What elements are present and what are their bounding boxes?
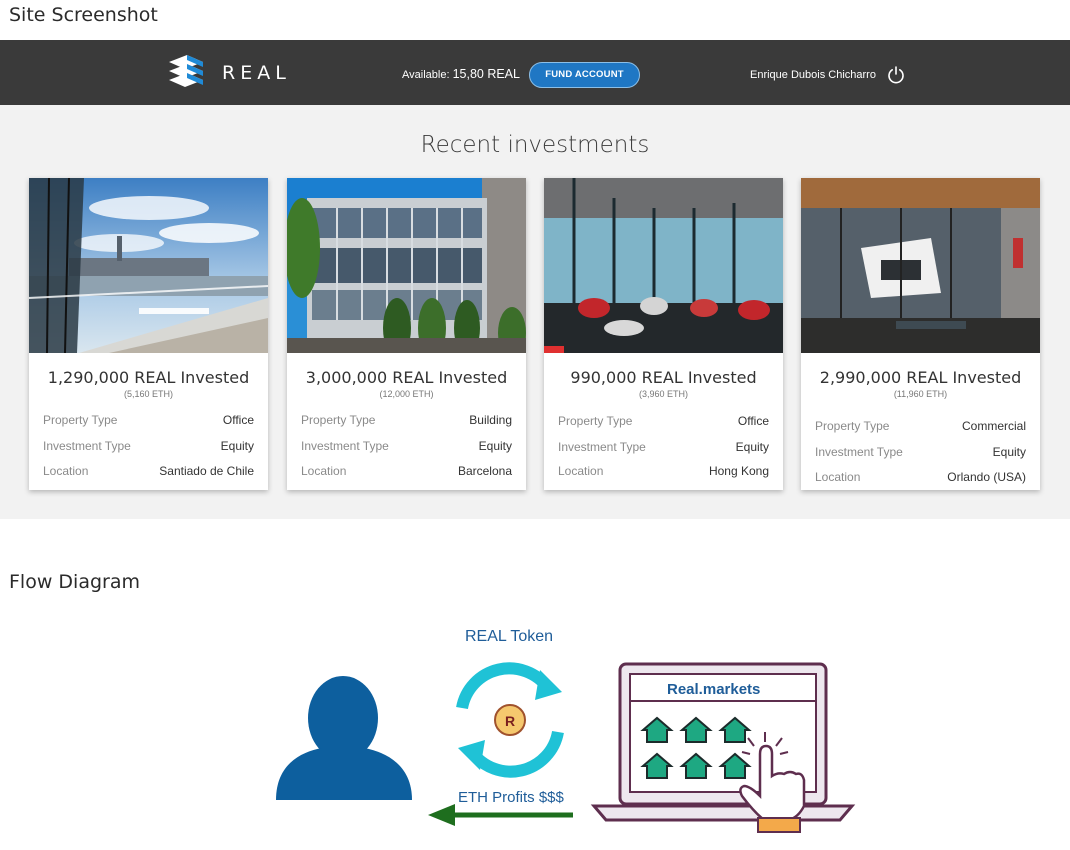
location-row: Location Hong Kong <box>558 464 769 480</box>
investment-type-row: Investment Type Equity <box>43 439 254 455</box>
investment-card[interactable]: 2,990,000 REAL Invested (11,960 ETH) Pro… <box>801 178 1040 490</box>
flow-diagram-heading: Flow Diagram <box>9 571 140 593</box>
location-row: Location Santiado de Chile <box>43 464 254 480</box>
top-nav-bar: REAL Available: 15,80 REAL FUND ACCOUNT … <box>0 40 1070 105</box>
page-title: Recent investments <box>420 132 650 158</box>
token-symbol: R <box>505 713 515 729</box>
property-type-row: Property Type Office <box>43 413 254 429</box>
profits-label: ETH Profits $$$ <box>458 789 564 806</box>
investment-type-row: Investment Type Equity <box>815 445 1026 461</box>
invested-amount: 3,000,000 REAL Invested <box>305 368 508 387</box>
investment-type-label: Investment Type <box>43 439 131 453</box>
property-type-value: Commercial <box>961 419 1026 433</box>
investment-type-value: Equity <box>478 439 512 453</box>
location-label: Location <box>815 470 861 484</box>
invested-amount: 2,990,000 REAL Invested <box>819 368 1022 387</box>
invested-amount: 990,000 REAL Invested <box>570 368 757 387</box>
arrow-left-icon <box>428 804 573 826</box>
property-photo <box>287 178 526 353</box>
invested-amount: 1,290,000 REAL Invested <box>47 368 250 387</box>
location-label: Location <box>43 464 89 478</box>
eth-amount: (5,160 ETH) <box>123 389 174 399</box>
location-row: Location Orlando (USA) <box>815 470 1026 486</box>
property-type-label: Property Type <box>43 413 118 427</box>
power-icon[interactable] <box>886 65 906 85</box>
property-type-label: Property Type <box>815 419 890 433</box>
investment-card[interactable]: 990,000 REAL Invested (3,960 ETH) Proper… <box>544 178 783 490</box>
eth-amount: (11,960 ETH) <box>893 389 948 399</box>
investment-type-value: Equity <box>220 439 254 453</box>
investment-type-label: Investment Type <box>301 439 389 453</box>
investment-type-value: Equity <box>735 440 769 454</box>
eth-amount: (3,960 ETH) <box>638 389 689 399</box>
investment-card[interactable]: 3,000,000 REAL Invested (12,000 ETH) Pro… <box>287 178 526 490</box>
investment-type-row: Investment Type Equity <box>301 439 512 455</box>
property-type-row: Property Type Office <box>558 414 769 430</box>
investment-card[interactable]: 1,290,000 REAL Invested (5,160 ETH) Prop… <box>29 178 268 490</box>
available-balance: Available: 15,80 REAL <box>402 67 520 81</box>
location-label: Location <box>301 464 347 478</box>
available-label: Available: <box>402 69 450 81</box>
person-icon <box>276 676 412 800</box>
logo-text[interactable]: REAL <box>222 62 291 84</box>
property-type-row: Property Type Commercial <box>815 419 1026 435</box>
location-label: Location <box>558 464 604 478</box>
property-type-value: Building <box>469 413 512 427</box>
recent-investments-section: Recent investments 1,290,000 REAL Invest… <box>0 105 1070 519</box>
location-value: Santiado de Chile <box>159 464 254 478</box>
location-row: Location Barcelona <box>301 464 512 480</box>
investment-type-label: Investment Type <box>558 440 646 454</box>
investment-type-row: Investment Type Equity <box>558 440 769 456</box>
location-value: Barcelona <box>457 464 512 478</box>
available-value: 15,80 REAL <box>452 67 520 81</box>
location-value: Hong Kong <box>708 464 769 478</box>
token-label: REAL Token <box>465 628 554 645</box>
user-name[interactable]: Enrique Dubois Chicharro <box>750 69 876 81</box>
site-screenshot-heading: Site Screenshot <box>9 4 158 26</box>
property-photo <box>801 178 1040 353</box>
location-value: Orlando (USA) <box>947 470 1026 484</box>
property-type-value: Office <box>737 414 769 428</box>
real-logo-icon[interactable] <box>167 54 205 90</box>
property-photo <box>544 178 783 353</box>
property-type-label: Property Type <box>301 413 376 427</box>
property-type-value: Office <box>222 413 254 427</box>
property-type-label: Property Type <box>558 414 633 428</box>
property-photo <box>29 178 268 353</box>
investment-type-value: Equity <box>992 445 1026 459</box>
property-type-row: Property Type Building <box>301 413 512 429</box>
fund-account-button[interactable]: FUND ACCOUNT <box>529 62 640 88</box>
market-label: Real.markets <box>667 681 761 698</box>
investment-type-label: Investment Type <box>815 445 903 459</box>
eth-amount: (12,000 ETH) <box>379 389 434 399</box>
